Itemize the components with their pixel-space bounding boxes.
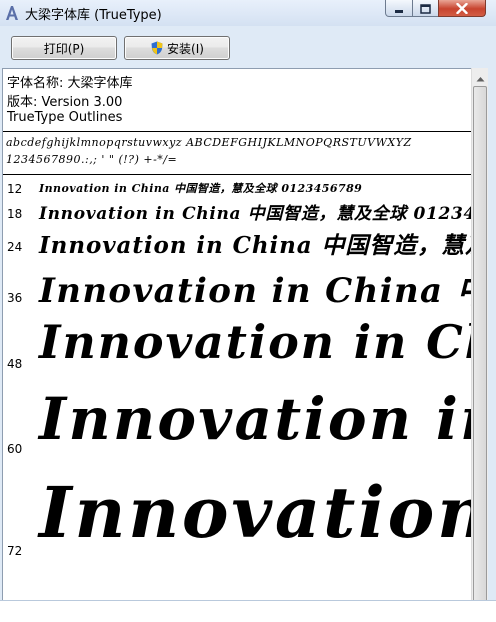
maximize-icon xyxy=(420,0,431,18)
window-title: 大梁字体库 (TrueType) xyxy=(25,8,162,23)
sample-text-48: Innovation in China xyxy=(39,315,471,369)
charset-line-2: 1234567890.:,; ' " (!?) +-*/= xyxy=(6,153,178,166)
title-bar[interactable]: 大梁字体库 (TrueType) xyxy=(0,0,496,26)
sample-text-24: Innovation in China 中国智造，慧及全球 xyxy=(39,232,471,259)
install-button[interactable]: 安装(I) xyxy=(124,36,230,60)
scroll-up-arrow-icon xyxy=(476,67,485,86)
maximize-button[interactable] xyxy=(412,0,439,17)
charset-line-1: abcdefghijklmnopqrstuvwxyz ABCDEFGHIJKLM… xyxy=(6,136,412,149)
size-label: 60 xyxy=(7,442,23,456)
window-frame-edge xyxy=(488,68,496,600)
size-label: 12 xyxy=(7,182,23,196)
minimize-button[interactable] xyxy=(385,0,413,17)
scrollbar-thumb[interactable] xyxy=(473,86,487,600)
toolbar: 打印(P) 安装(I) xyxy=(0,26,496,68)
print-button[interactable]: 打印(P) xyxy=(11,36,117,60)
close-button[interactable] xyxy=(438,0,486,17)
sample-text-36: Innovation in China 中国智造 xyxy=(39,271,471,311)
font-version-text: 版本: Version 3.00 xyxy=(7,95,123,110)
size-label: 36 xyxy=(7,291,23,305)
size-label: 24 xyxy=(7,240,23,254)
font-viewer-window: 大梁字体库 (TrueType) 打印(P) 安装(I) 字体名称: 大梁字体库… xyxy=(0,0,496,601)
size-label: 72 xyxy=(7,544,23,558)
divider xyxy=(3,131,471,132)
size-label: 18 xyxy=(7,207,23,221)
uac-shield-icon xyxy=(150,41,164,55)
close-icon xyxy=(456,0,468,18)
font-type-text: TrueType Outlines xyxy=(7,110,123,125)
scroll-up-button[interactable] xyxy=(472,68,489,85)
vertical-scrollbar[interactable] xyxy=(471,68,489,600)
sample-text-72: Innovation in China xyxy=(39,471,471,554)
sample-text-18: Innovation in China 中国智造，慧及全球 0123456789 xyxy=(39,204,471,224)
font-name-text: 字体名称: 大梁字体库 xyxy=(7,76,133,91)
divider xyxy=(3,174,471,175)
font-app-icon xyxy=(4,4,20,22)
size-label: 48 xyxy=(7,357,23,371)
print-button-label: 打印(P) xyxy=(43,41,85,56)
install-button-label: 安装(I) xyxy=(167,41,204,56)
sample-text-60: Innovation in China xyxy=(39,385,471,453)
sample-text-12: Innovation in China 中国智造，慧及全球 0123456789 xyxy=(39,182,363,195)
minimize-icon xyxy=(394,0,404,18)
font-preview-area[interactable]: 字体名称: 大梁字体库 版本: Version 3.00 TrueType Ou… xyxy=(2,68,471,600)
